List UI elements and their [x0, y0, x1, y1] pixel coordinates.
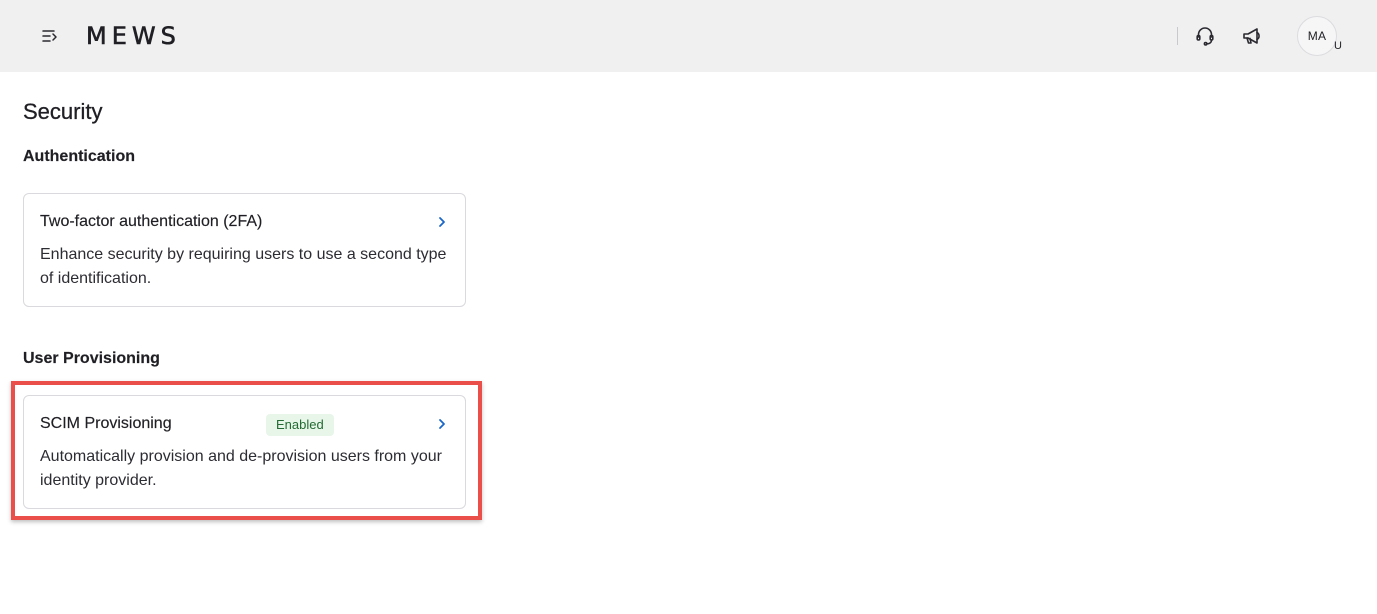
section-title-user-provisioning: User Provisioning [23, 350, 160, 367]
chevron-right-icon [435, 214, 449, 230]
logo-text: MEWS [86, 22, 181, 51]
top-bar: MEWS MA U [0, 0, 1377, 72]
user-avatar[interactable]: MA [1297, 16, 1337, 56]
menu-collapse-icon[interactable] [38, 24, 62, 48]
headset-icon[interactable] [1192, 23, 1218, 49]
card-title: SCIM Provisioning [40, 415, 172, 432]
section-title-authentication: Authentication [23, 148, 135, 165]
scim-provisioning-card[interactable]: SCIM Provisioning Enabled Automatically … [23, 395, 466, 509]
mews-logo[interactable]: MEWS [86, 22, 181, 51]
header-divider [1177, 27, 1178, 45]
status-badge: Enabled [266, 414, 334, 436]
avatar-role-badge: U [1334, 40, 1342, 52]
card-description: Enhance security by requiring users to u… [40, 246, 447, 287]
avatar-initials: MA [1307, 29, 1327, 43]
card-description: Automatically provision and de-provision… [40, 448, 442, 489]
page-title: Security [23, 99, 103, 124]
megaphone-icon[interactable] [1240, 23, 1266, 49]
chevron-right-icon [435, 416, 449, 432]
card-title: Two-factor authentication (2FA) [40, 213, 263, 230]
two-factor-auth-card[interactable]: Two-factor authentication (2FA) Enhance … [23, 193, 466, 307]
